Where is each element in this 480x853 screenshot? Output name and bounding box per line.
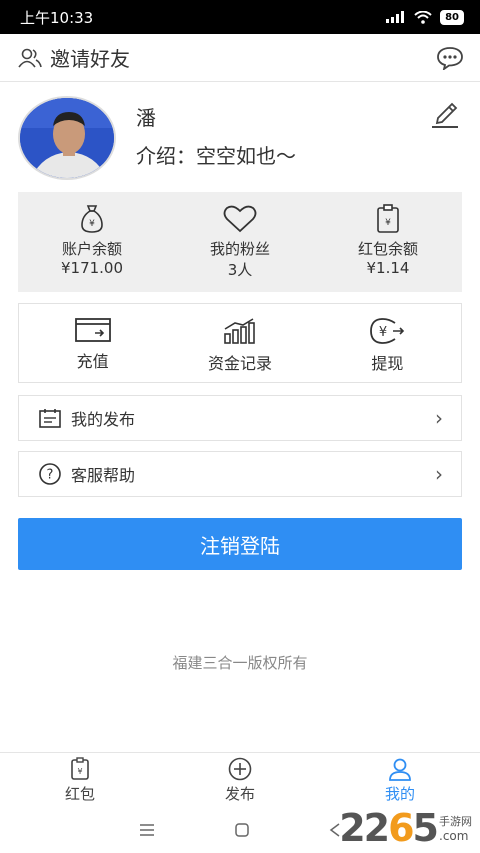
invite-friends-button[interactable]: 邀请好友 [18, 43, 130, 72]
user-icon [389, 758, 411, 781]
copyright-text: 福建三合一版权所有 [172, 654, 308, 672]
svg-text:?: ? [47, 468, 54, 483]
menu-label: 我的发布 [71, 410, 136, 429]
signal-icon [386, 11, 405, 23]
tab-label: 发布 [224, 785, 255, 803]
wifi-icon [414, 10, 432, 24]
withdraw-button[interactable]: ¥ 提现 [314, 304, 461, 382]
red-packet-icon: ¥ [71, 757, 89, 780]
page-title: 邀请好友 [50, 47, 130, 71]
withdraw-icon: ¥ [370, 318, 405, 344]
watermark-number: 2265 [339, 806, 439, 850]
edit-icon [432, 102, 458, 128]
watermark-logo: 2265 手游网 .com [339, 809, 472, 847]
stat-value: ¥171.00 [60, 259, 124, 277]
watermark-text: 手游网 .com [439, 815, 472, 843]
tab-label: 我的 [384, 785, 415, 803]
message-icon[interactable] [436, 46, 464, 70]
calendar-icon [39, 409, 61, 428]
svg-text:¥: ¥ [385, 218, 391, 228]
stat-fans[interactable]: 我的粉丝 3人 [166, 192, 314, 292]
stat-label: 我的粉丝 [209, 240, 270, 258]
action-label: 资金记录 [207, 354, 272, 373]
wallet-icon [74, 318, 111, 342]
action-label: 充值 [76, 352, 109, 371]
stat-account-balance[interactable]: ¥ 账户余额 ¥171.00 [18, 192, 166, 292]
chevron-right-icon: › [435, 406, 443, 430]
friends-icon [18, 48, 42, 67]
top-bar: 邀请好友 [0, 34, 480, 82]
status-icons: 80 [386, 9, 464, 25]
tab-mine[interactable]: 我的 [320, 753, 480, 804]
recharge-button[interactable]: 充值 [19, 304, 166, 382]
tab-bar: ¥ 红包 发布 我的 [0, 752, 480, 804]
user-name: 潘 [136, 106, 156, 130]
battery-icon: 80 [440, 9, 464, 25]
menu-icon[interactable] [139, 823, 155, 836]
my-posts-row[interactable]: 我的发布 › [18, 395, 462, 441]
status-bar: 上午10:33 80 [0, 0, 480, 34]
heart-icon [223, 205, 257, 233]
support-row[interactable]: ? 客服帮助 › [18, 451, 462, 497]
tab-publish[interactable]: 发布 [160, 753, 320, 804]
bar-chart-icon [224, 318, 255, 344]
home-icon[interactable] [235, 822, 249, 837]
status-time: 上午10:33 [20, 8, 94, 27]
stat-label: 红包余额 [357, 240, 418, 258]
add-circle-icon [228, 757, 252, 781]
stat-value: ¥1.14 [366, 259, 410, 277]
stat-label: 账户余额 [61, 240, 122, 258]
red-packet-icon: ¥ [377, 204, 399, 233]
chevron-right-icon: › [435, 462, 443, 486]
svg-text:¥: ¥ [89, 219, 95, 229]
edit-profile-button[interactable] [430, 100, 460, 132]
profile-section: 潘 介绍：空空如也～ [18, 96, 462, 184]
stats-panel: ¥ 账户余额 ¥171.00 我的粉丝 3人 ¥ 红包余额 ¥1.14 [18, 192, 462, 292]
menu-label: 客服帮助 [71, 466, 136, 485]
tab-red-packet[interactable]: ¥ 红包 [0, 753, 160, 804]
fund-records-button[interactable]: 资金记录 [166, 304, 313, 382]
svg-text:¥: ¥ [77, 767, 82, 776]
avatar[interactable] [18, 96, 116, 180]
actions-panel: 充值 资金记录 ¥ 提现 [18, 303, 462, 383]
stat-red-packet-balance[interactable]: ¥ 红包余额 ¥1.14 [314, 192, 462, 292]
stat-value: 3人 [227, 261, 253, 279]
user-intro: 介绍：空空如也～ [136, 144, 296, 168]
money-bag-icon: ¥ [81, 205, 103, 233]
tab-label: 红包 [64, 785, 95, 803]
logout-button[interactable]: 注销登陆 [18, 518, 462, 570]
svg-text:¥: ¥ [379, 325, 387, 340]
action-label: 提现 [371, 354, 404, 373]
help-icon: ? [39, 463, 61, 485]
